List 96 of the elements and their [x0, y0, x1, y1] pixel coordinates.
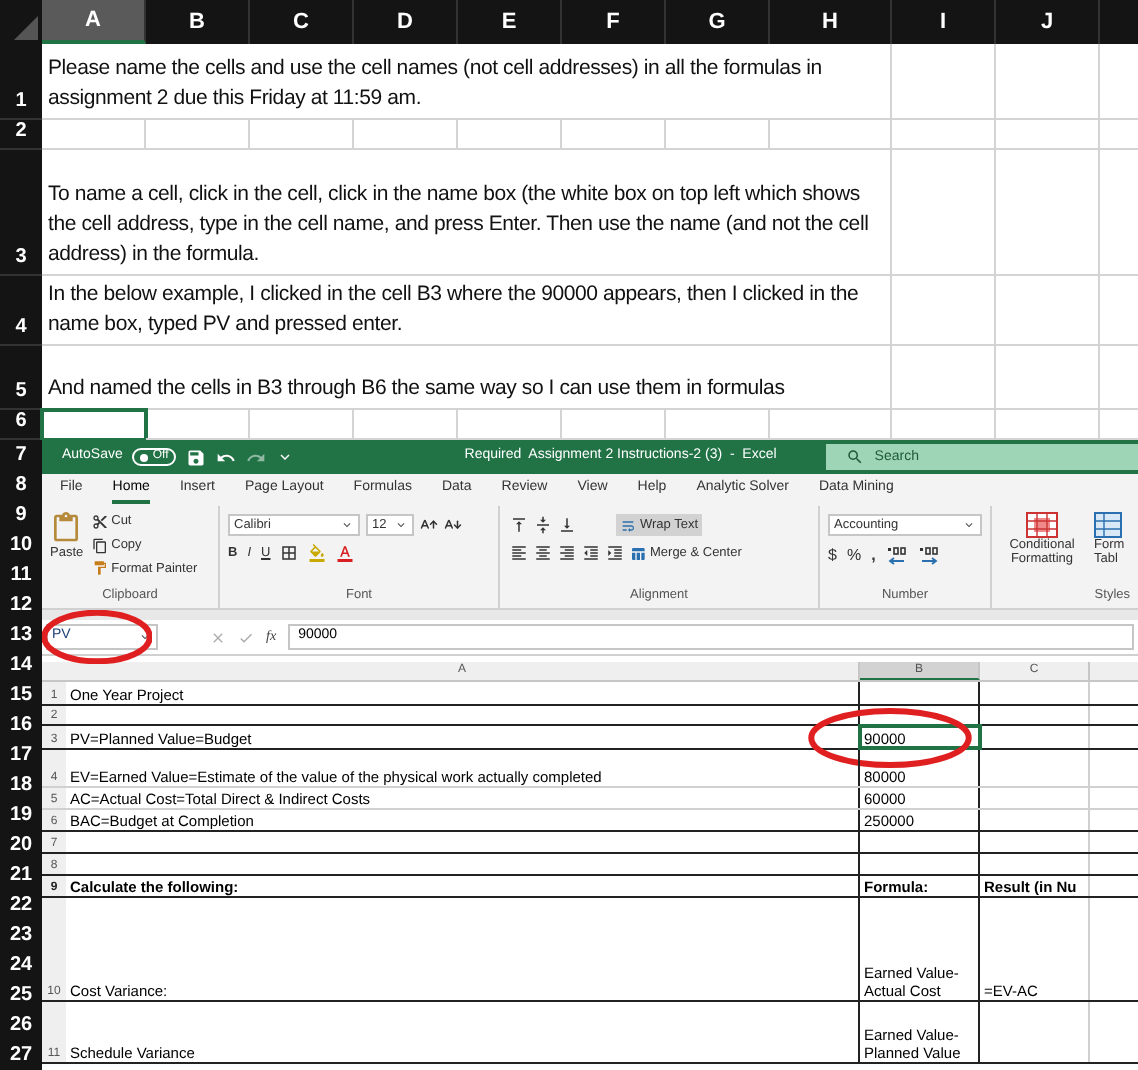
- row-header[interactable]: 5: [0, 346, 42, 410]
- clipboard-icon: [50, 512, 83, 544]
- grid-cell[interactable]: [996, 150, 1100, 276]
- grid-cell[interactable]: [996, 346, 1100, 410]
- row-header[interactable]: 20: [0, 830, 42, 860]
- column-header[interactable]: G: [666, 0, 770, 44]
- column-header[interactable]: I: [892, 0, 996, 44]
- column-header[interactable]: J: [996, 0, 1100, 44]
- font-color-icon[interactable]: [336, 544, 355, 563]
- row-header[interactable]: 16: [0, 710, 42, 740]
- grid-cell[interactable]: [458, 120, 562, 150]
- row-header[interactable]: 14: [0, 650, 42, 680]
- grid-cell[interactable]: [892, 150, 996, 276]
- row-header[interactable]: 22: [0, 890, 42, 920]
- percent-button[interactable]: %: [846, 544, 862, 568]
- align-bottom-icon[interactable]: [558, 516, 576, 534]
- grid-cell[interactable]: [892, 44, 996, 120]
- grid-cell[interactable]: [770, 120, 892, 150]
- row-header[interactable]: 1: [0, 44, 42, 120]
- currency-button[interactable]: $: [828, 544, 837, 568]
- align-middle-icon[interactable]: [534, 516, 552, 534]
- chevron-down-icon: [340, 518, 354, 532]
- note-text: Please name the cells and use the cell names (not cell addresses) in all the formulas in assignment 2 due this Friday at 11:59 am.: [42, 44, 892, 120]
- grid-cell[interactable]: [562, 120, 666, 150]
- grid-cell[interactable]: [146, 120, 250, 150]
- increase-decimal-icon[interactable]: [885, 546, 908, 566]
- comma-button[interactable]: ,: [871, 544, 876, 568]
- note-text: To name a cell, click in the cell, click in the name box (the white box on top left which shows the cell address, type in the cell name, and press Enter. Then use the name (and not the cell address) in the formula.: [42, 150, 892, 276]
- decrease-decimal-icon[interactable]: [917, 546, 940, 566]
- row-header[interactable]: 18: [0, 770, 42, 800]
- chevron-down-icon: [962, 518, 976, 532]
- cancel-icon[interactable]: [210, 629, 226, 645]
- row-header[interactable]: 12: [0, 590, 42, 620]
- grid-cell[interactable]: [250, 120, 354, 150]
- enter-icon[interactable]: [238, 629, 254, 645]
- grid-cell[interactable]: [996, 44, 1100, 120]
- grid-cell[interactable]: [892, 276, 996, 346]
- row-header[interactable]: 6: [0, 410, 42, 440]
- row-header[interactable]: 8: [0, 470, 42, 500]
- row-header[interactable]: 27: [0, 1040, 42, 1070]
- column-header[interactable]: B: [146, 0, 250, 44]
- column-header[interactable]: H: [770, 0, 892, 44]
- row-header[interactable]: 15: [0, 680, 42, 710]
- row-header[interactable]: 11: [0, 560, 42, 590]
- merge-cells-icon: [630, 545, 646, 562]
- wrap-text-icon: [620, 517, 636, 533]
- row-header[interactable]: 2: [0, 120, 42, 150]
- row-header[interactable]: 21: [0, 860, 42, 890]
- row-header[interactable]: 3: [0, 150, 42, 276]
- grow-font-icon[interactable]: [420, 516, 438, 534]
- column-header[interactable]: C: [250, 0, 354, 44]
- borders-icon[interactable]: [280, 544, 299, 563]
- row-header[interactable]: 26: [0, 1010, 42, 1040]
- row-header[interactable]: 4: [0, 276, 42, 346]
- row-header[interactable]: 24: [0, 950, 42, 980]
- grid-cell[interactable]: [42, 120, 146, 150]
- row-header[interactable]: 17: [0, 740, 42, 770]
- shrink-font-icon[interactable]: [444, 516, 462, 534]
- decrease-indent-icon[interactable]: [582, 544, 600, 563]
- table-icon: [1026, 512, 1058, 538]
- row-header[interactable]: 25: [0, 980, 42, 1010]
- column-header[interactable]: A: [42, 0, 146, 44]
- note-text: In the below example, I clicked in the cell B3 where the 90000 appears, then I clicked in the name box, typed PV and pressed enter.: [42, 276, 892, 346]
- fill-color-icon[interactable]: [308, 544, 327, 563]
- chevron-down-icon[interactable]: [276, 448, 295, 466]
- row-header[interactable]: 13: [0, 620, 42, 650]
- align-right-icon[interactable]: [558, 544, 576, 563]
- column-header[interactable]: E: [458, 0, 562, 44]
- triangle-icon: [14, 16, 38, 40]
- row-header[interactable]: 10: [0, 530, 42, 560]
- row-header[interactable]: 7: [0, 440, 42, 470]
- row-header[interactable]: 23: [0, 920, 42, 950]
- column-header[interactable]: D: [354, 0, 458, 44]
- chevron-down-icon: [394, 518, 408, 532]
- align-top-icon[interactable]: [510, 516, 528, 534]
- note-text: And named the cells in B3 through B6 the same way so I can use them in formulas: [42, 346, 892, 410]
- align-center-icon[interactable]: [534, 544, 552, 563]
- align-left-icon[interactable]: [510, 544, 528, 563]
- grid-cell[interactable]: [892, 120, 996, 150]
- increase-indent-icon[interactable]: [606, 544, 624, 563]
- grid-cell[interactable]: [892, 346, 996, 410]
- grid-cell[interactable]: [996, 276, 1100, 346]
- copy-icon: [91, 537, 108, 554]
- grid-cell[interactable]: [42, 410, 146, 440]
- grid-cell[interactable]: [996, 120, 1100, 150]
- chevron-down-icon: [138, 630, 152, 644]
- column-header[interactable]: F: [562, 0, 666, 44]
- grid-cell[interactable]: [666, 120, 770, 150]
- scissors-icon: [91, 513, 108, 530]
- row-header[interactable]: 19: [0, 800, 42, 830]
- save-icon[interactable]: [186, 447, 207, 467]
- row-header[interactable]: 9: [0, 500, 42, 530]
- grid-cell[interactable]: [354, 120, 458, 150]
- search-icon: [846, 448, 865, 466]
- paint-roller-icon: [91, 560, 108, 577]
- table-icon: [1094, 512, 1122, 538]
